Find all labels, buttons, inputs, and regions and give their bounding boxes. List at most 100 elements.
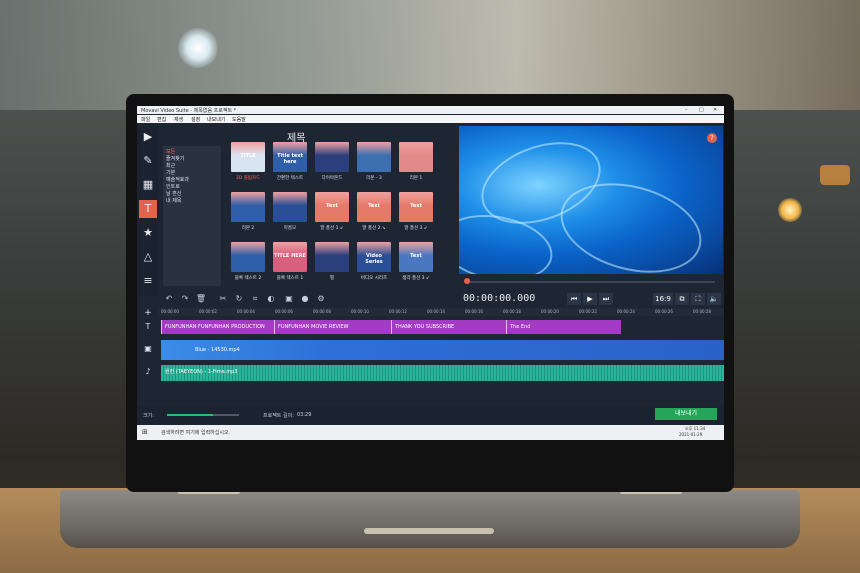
undo-icon[interactable]: ↶ xyxy=(163,293,175,305)
menu-playback[interactable]: 재생 xyxy=(174,116,183,123)
transitions-icon[interactable]: ▦ xyxy=(139,176,157,194)
minimize-button[interactable]: – xyxy=(685,107,688,113)
timeline-ruler[interactable]: 00:00:00 00:00:02 00:00:04 00:00:06 00:00:08… xyxy=(159,308,724,316)
title-template-tile[interactable] xyxy=(231,242,265,272)
category-item[interactable]: 예술적효과 xyxy=(166,176,189,183)
video-preview[interactable] xyxy=(459,126,723,274)
import-icon[interactable]: ▶ xyxy=(139,128,157,146)
ruler-tick-label: 00:00:08 xyxy=(313,309,331,314)
menu-edit[interactable]: 편집 xyxy=(157,116,166,123)
category-item[interactable]: 기본 xyxy=(166,169,175,176)
tile-label: 블록 텍스트 1 xyxy=(276,276,304,281)
tile-label: 별 xyxy=(329,276,335,281)
previous-frame-icon[interactable]: ⏮ xyxy=(567,293,581,305)
category-item[interactable]: 내 제목 xyxy=(166,197,181,204)
cut-icon[interactable]: ✂ xyxy=(217,293,229,305)
fullscreen-icon[interactable]: ⛶ xyxy=(691,293,705,305)
category-item[interactable]: 즐겨찾기 xyxy=(166,155,184,162)
image-icon[interactable]: ▣ xyxy=(283,293,295,305)
title-clip-label: FUNFUNHAN FUNFUNHAN PRODUCTION xyxy=(165,324,265,330)
delete-icon[interactable]: 🗑 xyxy=(195,293,207,305)
tile-label: 말 풍선 1 ↙ xyxy=(320,226,344,231)
title-template-tile[interactable]: Text xyxy=(399,242,433,272)
stickers-icon[interactable]: ★ xyxy=(139,224,157,242)
maximize-button[interactable]: □ xyxy=(699,107,704,113)
title-clip[interactable]: FUNFUNHAN MOVIE REVIEW xyxy=(274,320,391,334)
category-item[interactable]: 모든 xyxy=(166,148,175,155)
ruler-tick-label: 00:00:14 xyxy=(427,309,445,314)
filters-icon[interactable]: ✎ xyxy=(139,152,157,170)
zoom-slider-track xyxy=(213,414,239,416)
title-template-tile[interactable]: TITLE HERE xyxy=(273,242,307,272)
audio-clip[interactable]: 원컨 (TAEYEON) - 1-Fime.mp3 xyxy=(161,365,724,381)
shapes-icon[interactable]: △ xyxy=(139,248,157,266)
title-template-tile[interactable] xyxy=(357,142,391,172)
tile-label: 말 풍선 2 ↘ xyxy=(362,226,386,231)
video-clip[interactable]: Blue - 14530.mp4 xyxy=(161,340,724,360)
scrubber-handle[interactable] xyxy=(464,278,470,284)
tile-label: 블록 텍스트 2 xyxy=(234,276,262,281)
close-button[interactable]: ✕ xyxy=(713,107,717,113)
video-clip-label: Blue - 14530.mp4 xyxy=(195,347,240,353)
export-button[interactable]: 내보내기 xyxy=(655,408,717,420)
redo-icon[interactable]: ↷ xyxy=(179,293,191,305)
ruler-tick-label: 00:00:26 xyxy=(655,309,673,314)
title-template-tile[interactable] xyxy=(399,142,433,172)
menu-help[interactable]: 도움말 xyxy=(232,116,246,123)
tile-label: 생각 풍선 3 ↙ xyxy=(402,276,430,281)
title-clip[interactable]: FUNFUNHAN FUNFUNHAN PRODUCTION xyxy=(161,320,274,334)
tile-preview-text: Text xyxy=(326,203,338,209)
title-template-tile[interactable] xyxy=(273,192,307,222)
windows-start-icon[interactable]: ⊞ xyxy=(142,428,148,436)
ruler-tick-label: 00:00:12 xyxy=(389,309,407,314)
tile-preview-text: Title text here xyxy=(277,153,303,165)
preview-scrubber[interactable] xyxy=(465,281,715,283)
menu-settings[interactable]: 설정 xyxy=(191,116,200,123)
windows-taskbar: ⊞ 검색하려면 여기에 입력하십시오. 오후 11:34 2021-01-29 xyxy=(137,425,724,440)
next-frame-icon[interactable]: ⏭ xyxy=(599,293,613,305)
window-title: Movavi Video Suite - 제목없음 프로젝트 * xyxy=(141,108,237,114)
detach-icon[interactable]: ⧉ xyxy=(675,293,689,305)
title-template-tile[interactable]: TITLE xyxy=(231,142,265,172)
titles-icon[interactable]: T xyxy=(139,200,157,218)
ruler-tick-label: 00:00:24 xyxy=(617,309,635,314)
title-template-tile[interactable]: Text xyxy=(315,192,349,222)
category-item[interactable]: 최근 xyxy=(166,162,175,169)
add-track-icon[interactable]: + xyxy=(137,308,159,318)
more-icon[interactable]: ≡ xyxy=(139,272,157,290)
help-icon[interactable]: ? xyxy=(707,133,717,143)
title-clip[interactable]: THANK YOU SUBSCRIBE xyxy=(391,320,506,334)
title-template-tile[interactable] xyxy=(315,242,349,272)
category-item[interactable]: 날 흔신 xyxy=(166,190,181,197)
zoom-slider[interactable] xyxy=(167,414,213,416)
ruler-tick-label: 00:00:22 xyxy=(579,309,597,314)
title-template-tile[interactable]: Video Series xyxy=(357,242,391,272)
play-icon[interactable]: ▶ xyxy=(583,293,597,305)
tile-label: 마름모 xyxy=(283,226,297,231)
duration-value: 03:29 xyxy=(297,412,312,418)
menu-file[interactable]: 파일 xyxy=(141,116,150,123)
aspect-ratio-button[interactable]: 16:9 xyxy=(653,293,673,305)
rotate-icon[interactable]: ↻ xyxy=(233,293,245,305)
ruler-tick-label: 00:00:16 xyxy=(465,309,483,314)
tile-label: 3D 플립카드 xyxy=(235,176,261,181)
title-template-tile[interactable]: Text xyxy=(357,192,391,222)
laptop-base xyxy=(60,490,800,548)
crop-icon[interactable]: ⌗ xyxy=(249,293,261,305)
volume-icon[interactable]: 🔈 xyxy=(707,293,721,305)
tile-preview-text: TITLE HERE xyxy=(274,253,306,259)
touchpad-edge xyxy=(364,528,494,534)
title-template-tile[interactable]: Text xyxy=(399,192,433,222)
microphone-icon[interactable]: ● xyxy=(299,293,311,305)
title-clip[interactable]: The End xyxy=(506,320,621,334)
title-template-tile[interactable]: Title text here xyxy=(273,142,307,172)
background-light-2 xyxy=(820,165,850,185)
category-item[interactable]: 인트로 xyxy=(166,183,180,190)
title-template-tile[interactable] xyxy=(231,192,265,222)
taskbar-search[interactable]: 검색하려면 여기에 입력하십시오. xyxy=(161,429,230,436)
color-icon[interactable]: ◐ xyxy=(265,293,277,305)
title-gallery: TITLE 3D 플립카드 Title text here 간편한 텍스트 다이아몬드 리… xyxy=(227,142,447,292)
settings-icon[interactable]: ⚙ xyxy=(315,293,327,305)
title-template-tile[interactable] xyxy=(315,142,349,172)
menu-export[interactable]: 내보내기 xyxy=(207,116,225,123)
